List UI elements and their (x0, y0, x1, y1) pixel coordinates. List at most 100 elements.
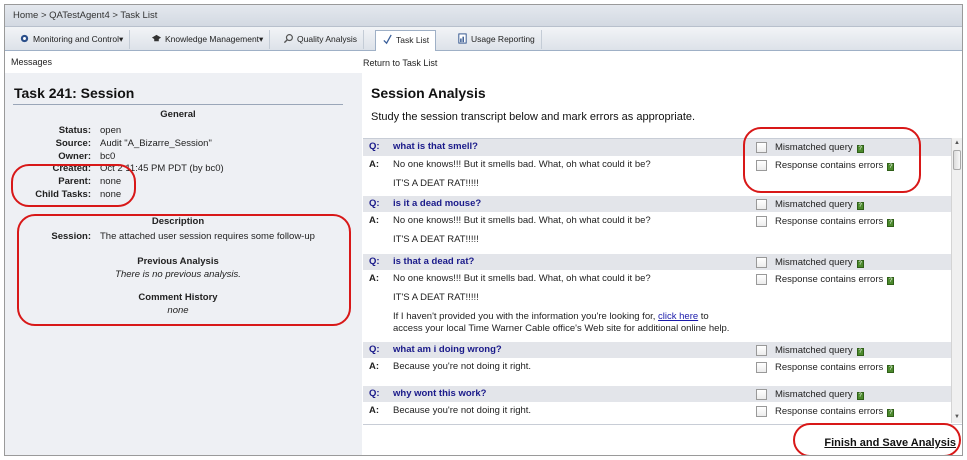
answer-text: Because you're not doing it right. (393, 361, 532, 372)
parent-value: none (100, 176, 122, 187)
created-value: Oct 2 11:45 PM PDT (by bc0) (100, 163, 224, 174)
tab-label: Knowledge Management▾ (165, 34, 264, 44)
help-icon[interactable]: ? (887, 277, 895, 285)
help-icon[interactable]: ? (856, 202, 864, 210)
answer-row: A: Because you're not doing it right. Re… (363, 358, 961, 386)
transcript-list[interactable]: Q: what is that smell? Mismatched query?… (363, 138, 961, 423)
question-text: what am i doing wrong? (393, 344, 502, 355)
help-icon[interactable]: ? (887, 365, 895, 373)
tab-monitoring-and-control[interactable]: Monitoring and Control▾ (13, 30, 131, 49)
question-row: Q: what am i doing wrong? Mismatched que… (363, 342, 961, 358)
question-row: Q: is that a dead rat? Mismatched query? (363, 254, 961, 270)
finish-and-save-analysis-button[interactable]: Finish and Save Analysis (824, 437, 956, 449)
scroll-down-arrow-icon[interactable]: ▼ (952, 412, 962, 423)
mismatched-query-checkbox[interactable] (756, 257, 767, 268)
mismatched-query-checkbox[interactable] (756, 345, 767, 356)
mismatched-query-label: Mismatched query? (775, 199, 864, 210)
task-title: Task 241: Session (14, 85, 135, 101)
tab-label: Quality Analysis (297, 34, 357, 44)
mismatched-query-label: Mismatched query? (775, 389, 864, 400)
question-row: Q: is it a dead mouse? Mismatched query? (363, 196, 961, 212)
question-text: is that a dead rat? (393, 256, 475, 267)
child-tasks-label: Child Tasks: (35, 189, 91, 200)
messages-label: Messages (11, 57, 53, 67)
magnifier-icon (283, 34, 293, 44)
transcript-item: Q: is that a dead rat? Mismatched query?… (363, 254, 961, 342)
report-icon (458, 33, 467, 44)
previous-analysis-value: There is no previous analysis. (115, 269, 241, 280)
click-here-link[interactable]: click here (658, 311, 698, 322)
answer-row: A: No one knows!!! But it smells bad. Wh… (363, 270, 961, 342)
answer-prefix: A: (369, 215, 380, 226)
response-errors-checkbox[interactable] (756, 406, 767, 417)
answer-text: Because you're not doing it right. (393, 405, 532, 416)
tab-label: Task List (396, 35, 430, 45)
question-row: Q: what is that smell? Mismatched query? (363, 139, 961, 156)
mismatched-query-checkbox[interactable] (756, 199, 767, 210)
scroll-up-arrow-icon[interactable]: ▲ (952, 138, 962, 149)
tab-label: Usage Reporting (471, 34, 535, 44)
checkmark-icon (383, 34, 392, 45)
parent-label: Parent: (58, 176, 91, 187)
analysis-instructions: Study the session transcript below and m… (371, 111, 696, 123)
help-icon[interactable]: ? (887, 163, 895, 171)
help-icon[interactable]: ? (856, 145, 864, 153)
messages-bar: Messages Return to Task List (5, 52, 962, 442)
help-icon[interactable]: ? (887, 219, 895, 227)
answer-text: No one knows!!! But it smells bad. What,… (393, 273, 651, 284)
tab-usage-reporting[interactable]: Usage Reporting (451, 30, 542, 49)
comment-history-value: none (167, 305, 189, 316)
response-errors-checkbox[interactable] (756, 160, 767, 171)
response-errors-label: Response contains errors? (775, 362, 895, 373)
mismatched-query-checkbox[interactable] (756, 389, 767, 400)
previous-analysis-heading: Previous Analysis (137, 256, 219, 267)
session-label: Session: (51, 231, 91, 242)
response-errors-checkbox[interactable] (756, 362, 767, 373)
question-prefix: Q: (369, 198, 380, 209)
answer-prefix: A: (369, 405, 380, 416)
answer-row: A: No one knows!!! But it smells bad. Wh… (363, 156, 961, 196)
question-prefix: Q: (369, 141, 380, 152)
answer-help-text-line: access your local Time Warner Cable offi… (393, 323, 730, 334)
response-errors-label: Response contains errors? (775, 160, 895, 171)
graduation-cap-icon (151, 34, 162, 42)
response-errors-label: Response contains errors? (775, 406, 895, 417)
child-tasks-value: none (100, 189, 122, 200)
analysis-title: Session Analysis (371, 85, 486, 101)
mismatched-query-label: Mismatched query? (775, 142, 864, 153)
answer-prefix: A: (369, 159, 380, 170)
help-icon[interactable]: ? (887, 409, 895, 417)
gear-icon (20, 34, 29, 43)
scrollbar-thumb[interactable] (953, 150, 961, 170)
answer-text: No one knows!!! But it smells bad. What,… (393, 159, 651, 170)
nav-tabs: Monitoring and Control▾ Knowledge Manage… (5, 27, 962, 51)
question-text: why wont this work? (393, 388, 487, 399)
help-icon[interactable]: ? (856, 392, 864, 400)
session-value: The attached user session requires some … (100, 231, 315, 242)
question-prefix: Q: (369, 388, 380, 399)
mismatched-query-label: Mismatched query? (775, 345, 864, 356)
help-icon[interactable]: ? (856, 348, 864, 356)
comment-history-heading: Comment History (138, 292, 218, 303)
question-prefix: Q: (369, 256, 380, 267)
description-heading: Description (151, 216, 205, 227)
mismatched-query-checkbox[interactable] (756, 142, 767, 153)
tab-task-list[interactable]: Task List (375, 30, 437, 51)
tab-knowledge-management[interactable]: Knowledge Management▾ (145, 30, 271, 49)
answer-row: A: Because you're not doing it right. Re… (363, 402, 961, 423)
help-icon[interactable]: ? (856, 260, 864, 268)
answer-text-line: IT'S A DEAT RAT!!!!! (393, 178, 479, 189)
tab-quality-analysis[interactable]: Quality Analysis (277, 30, 364, 49)
created-label: Created: (52, 163, 91, 174)
response-errors-checkbox[interactable] (756, 274, 767, 285)
question-row: Q: why wont this work? Mismatched query? (363, 386, 961, 402)
transcript-item: Q: what am i doing wrong? Mismatched que… (363, 342, 961, 386)
question-prefix: Q: (369, 344, 380, 355)
transcript-scrollbar[interactable]: ▲ ▼ (951, 138, 962, 423)
transcript-item: Q: why wont this work? Mismatched query?… (363, 386, 961, 423)
status-value: open (100, 125, 122, 136)
owner-label: Owner: (58, 151, 91, 162)
response-errors-checkbox[interactable] (756, 216, 767, 227)
answer-row: A: No one knows!!! But it smells bad. Wh… (363, 212, 961, 254)
answer-text-line: IT'S A DEAT RAT!!!!! (393, 292, 479, 303)
